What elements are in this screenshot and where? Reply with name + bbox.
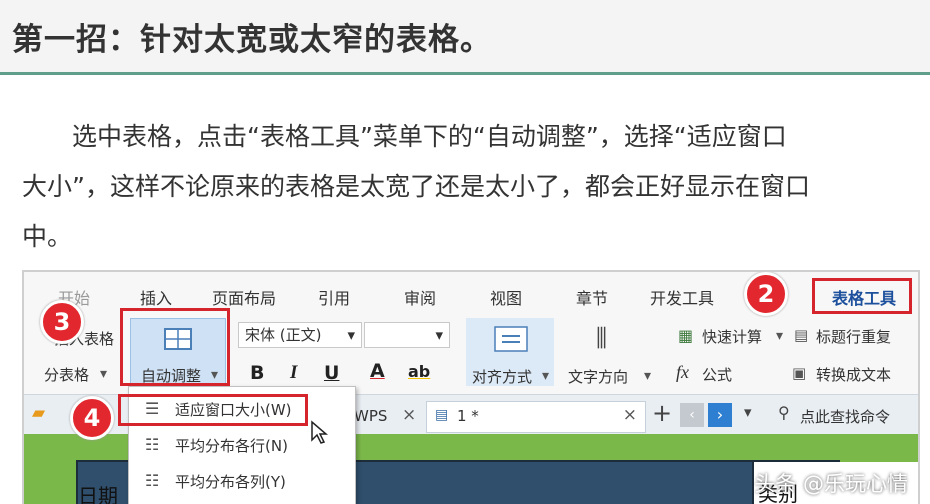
quick-calc-button[interactable]: 快速计算 <box>702 326 762 347</box>
distribute-cols-option[interactable]: ☷ 平均分布各列(Y) <box>129 463 355 497</box>
paragraph-line: 中。 <box>22 222 73 251</box>
split-table-button[interactable]: 分表格 <box>44 364 89 385</box>
chevron-down-icon[interactable]: ▾ <box>100 366 107 382</box>
underline-button[interactable]: U <box>324 362 339 384</box>
bold-button[interactable]: B <box>250 362 264 384</box>
align-label: 对齐方式 <box>472 368 533 386</box>
font-name-select[interactable]: 宋体 (正文) ▾ <box>238 322 362 348</box>
wps-tab[interactable]: WPS <box>354 407 387 425</box>
wps-screenshot: 开始 插入 页面布局 引用 审阅 视图 章节 开发工具 表格工具 插入表格 分表… <box>22 270 920 504</box>
title-repeat-icon: ▤ <box>794 326 809 344</box>
article-header: 第一招：针对太宽或太窄的表格。 <box>0 0 930 75</box>
chevron-right-icon[interactable]: › <box>708 403 732 427</box>
formula-icon: fx <box>676 362 689 382</box>
chevron-down-icon: ▾ <box>776 328 784 344</box>
chevron-left-icon[interactable]: ‹ <box>680 403 704 427</box>
document-tab[interactable]: ▤ 1 * × <box>426 401 646 433</box>
document-tab-label: 1 * <box>457 407 479 425</box>
menu-developer[interactable]: 开发工具 <box>650 285 714 309</box>
highlight-fit-window <box>118 394 308 426</box>
paragraph-line: 大小”，这样不论原来的表格是太宽了还是太小了，都会正好显示在窗口 <box>22 172 810 201</box>
align-button[interactable]: 对齐方式 ▾ <box>466 318 554 386</box>
table-cell: 日期 <box>78 484 118 504</box>
chevron-down-icon: ▾ <box>542 368 550 384</box>
distribute-rows-icon: ☷ <box>145 435 160 454</box>
font-color-button[interactable]: A <box>370 360 385 382</box>
title-underline <box>0 72 930 75</box>
text-direction-icon: ⫼ <box>596 324 608 352</box>
folder-icon[interactable]: ▰ <box>32 403 45 423</box>
close-icon[interactable]: × <box>623 405 637 425</box>
convert-to-text-button[interactable]: 转换成文本 <box>816 364 891 385</box>
search-icon: ⚲ <box>778 403 790 422</box>
document-icon: ▤ <box>435 407 449 423</box>
menu-section[interactable]: 章节 <box>576 285 608 309</box>
highlight-table-tools <box>812 278 912 314</box>
title-repeat-button[interactable]: 标题行重复 <box>816 326 891 347</box>
chevron-down-icon: ▾ <box>435 326 443 344</box>
menu-reference[interactable]: 引用 <box>318 285 350 309</box>
convert-text-icon: ▣ <box>792 364 807 382</box>
highlight-auto-adjust <box>120 308 230 386</box>
paragraph-line: 选中表格，点击“表格工具”菜单下的“自动调整”，选择“适应窗口 <box>72 122 787 151</box>
tab-list-icon[interactable]: ▾ <box>744 403 752 421</box>
chevron-down-icon: ▾ <box>644 368 652 384</box>
menu-insert[interactable]: 插入 <box>140 285 172 309</box>
menu-view[interactable]: 视图 <box>490 285 522 309</box>
watermark: 头条 @乐玩心情 <box>754 472 908 496</box>
instruction-paragraph: 选中表格，点击“表格工具”菜单下的“自动调整”，选择“适应窗口 大小”，这样不论… <box>22 112 912 262</box>
formula-button[interactable]: 公式 <box>702 364 732 385</box>
menu-page-layout[interactable]: 页面布局 <box>212 285 276 309</box>
close-icon[interactable]: × <box>402 405 416 425</box>
add-tab-icon[interactable]: + <box>652 399 672 427</box>
text-direction-label: 文字方向 <box>568 368 629 386</box>
step-badge-2: 2 <box>744 272 788 316</box>
command-search[interactable]: 点此查找命令 <box>800 406 890 427</box>
mouse-cursor-icon <box>311 420 328 444</box>
section-title: 第一招：针对太宽或太窄的表格。 <box>12 22 492 58</box>
step-badge-4: 4 <box>70 396 114 440</box>
calc-icon: ▦ <box>678 326 694 345</box>
font-size-select[interactable]: ▾ <box>364 322 450 348</box>
distribute-cols-icon: ☷ <box>145 471 160 490</box>
text-direction-button[interactable]: ⫼ 文字方向 ▾ <box>564 318 654 386</box>
highlight-button[interactable]: ab <box>408 362 430 381</box>
align-icon <box>494 326 528 352</box>
italic-button[interactable]: I <box>290 362 297 384</box>
menu-review[interactable]: 审阅 <box>404 285 436 309</box>
chevron-down-icon: ▾ <box>347 326 355 344</box>
step-badge-3: 3 <box>40 300 84 344</box>
